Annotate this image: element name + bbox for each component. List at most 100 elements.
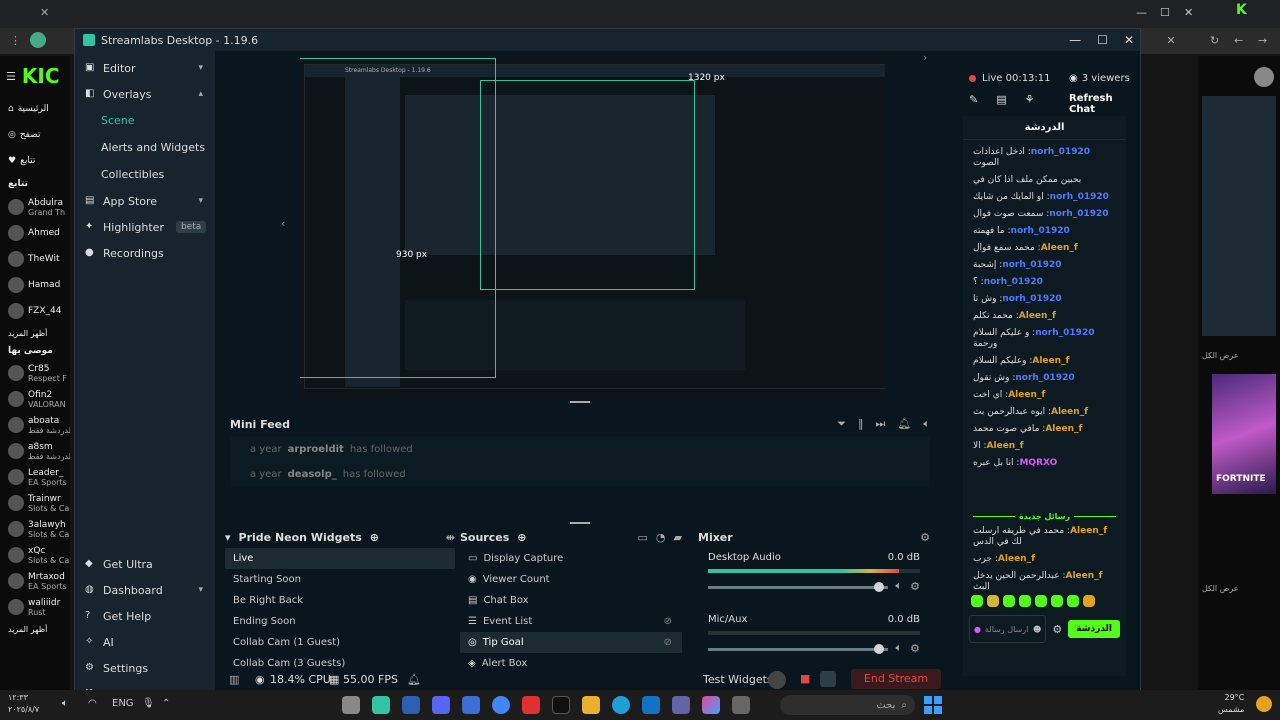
nav-get-ultra[interactable]: ◆ Get Ultra — [75, 551, 215, 577]
scene-item[interactable]: Ending Soon — [225, 611, 455, 632]
taskbar-search[interactable]: بحث ⌕ — [780, 695, 915, 715]
discord-app-icon[interactable] — [432, 696, 450, 714]
reload-icon[interactable]: ↻ — [1210, 34, 1219, 47]
chat-username[interactable]: norh_01920 — [1002, 260, 1061, 270]
gear-icon[interactable]: ⚙ — [910, 580, 920, 593]
volume-icon[interactable]: 🔈︎ — [923, 417, 930, 431]
resize-handle[interactable] — [570, 401, 590, 403]
resize-handle[interactable] — [570, 522, 590, 524]
chat-username[interactable]: norh_01920 — [1035, 328, 1094, 338]
channel-item[interactable]: FZX_44 — [0, 298, 70, 324]
language-indicator[interactable]: ENG — [112, 698, 134, 709]
chrome-icon[interactable] — [492, 696, 510, 714]
outlook-icon[interactable] — [642, 696, 660, 714]
channel-item[interactable]: TheWit — [0, 246, 70, 272]
minimize-icon[interactable]: — — [1136, 6, 1147, 19]
stream-thumbnail[interactable] — [1202, 96, 1276, 336]
gear-icon[interactable]: ⚙ — [920, 531, 930, 544]
clock[interactable]: ١٢:٣٣ ٢٠٢٥/٨/٧ — [8, 692, 39, 716]
bell-icon[interactable]: 🔔︎ — [897, 417, 911, 431]
chat-username[interactable]: norh_01920 — [1049, 209, 1108, 219]
chat-username[interactable]: Aleen_f — [1070, 526, 1107, 536]
channel-item[interactable]: waliiidr Rust — [0, 594, 70, 620]
edit-icon[interactable]: ✎ — [969, 93, 978, 106]
wifi-icon[interactable]: ◠ — [88, 698, 97, 709]
hamburger-icon[interactable]: ☰ — [6, 70, 16, 83]
nav-get-help[interactable]: ? Get Help — [75, 603, 215, 629]
chat-send-button[interactable]: الدردشة — [1068, 620, 1120, 638]
channel-item[interactable]: a8sm الدردشة فقط — [0, 438, 70, 464]
mute-icon[interactable]: 🔈︎ — [896, 641, 903, 655]
emote-icon[interactable] — [987, 595, 999, 607]
stats-icon[interactable]: ▥ — [229, 673, 239, 686]
kick-nav-browse[interactable]: ◎ تصفح — [0, 122, 70, 148]
scene-item[interactable]: Live — [225, 548, 455, 569]
source-item[interactable]: ◎ Tip Goal ⊘ — [460, 632, 682, 653]
gear-icon[interactable]: ⚙ — [910, 642, 920, 655]
emote-icon[interactable] — [1035, 595, 1047, 607]
close-icon[interactable]: ✕ — [1184, 6, 1193, 19]
teams-icon[interactable] — [672, 696, 690, 714]
task-view-icon[interactable] — [732, 696, 750, 714]
copilot-icon[interactable] — [702, 696, 720, 714]
chat-username[interactable]: norh_01920 — [984, 277, 1043, 287]
scene-transition-icon[interactable]: ⇹ — [446, 531, 455, 544]
nav-collectibles[interactable]: Collectibles — [75, 161, 215, 188]
share-icon[interactable]: ⚘ — [1025, 93, 1035, 106]
channel-item[interactable]: aboata الدردشة فقط — [0, 412, 70, 438]
chat-username[interactable]: Aleen_f — [1019, 311, 1056, 321]
channel-item[interactable]: Cr85 Respect F — [0, 360, 70, 386]
mic-icon[interactable]: 🎙︎ — [142, 698, 155, 709]
people-icon[interactable]: ▤ — [996, 93, 1006, 106]
test-widgets-button[interactable]: Test Widgets — [703, 673, 773, 686]
show-all-link[interactable]: عرض الكل — [1202, 584, 1239, 593]
chat-username[interactable]: Aleen_f — [1045, 424, 1082, 434]
start-button[interactable] — [924, 696, 942, 714]
kick-nav-home[interactable]: ⌂ الرئيسية — [0, 96, 70, 122]
channel-item[interactable]: xQc Slots & Ca — [0, 542, 70, 568]
minimize-icon[interactable]: — — [1069, 33, 1081, 47]
chat-input[interactable]: ● ارسال رسالة ☻ — [969, 615, 1047, 643]
scene-preview[interactable]: Streamlabs Desktop - 1.19.6 1320 px 930 … — [300, 56, 885, 400]
emote-icon[interactable] — [1019, 595, 1031, 607]
chat-username[interactable]: Aleen_f — [1051, 407, 1088, 417]
end-stream-button[interactable]: End Stream — [851, 669, 941, 689]
nav-dashboard[interactable]: ◍ Dashboard ▾ — [75, 577, 215, 603]
volume-slider[interactable] — [708, 581, 888, 592]
settings-app-icon[interactable] — [342, 696, 360, 714]
visibility-icon[interactable]: ⊘ — [664, 616, 672, 627]
refresh-chat-button[interactable]: Refresh Chat — [1069, 93, 1140, 115]
chat-username[interactable]: Aleen_f — [987, 441, 1024, 451]
add-source-icon[interactable]: ⊕ — [517, 531, 526, 544]
nav-scene[interactable]: Scene — [75, 107, 215, 134]
channel-item[interactable]: Hamad — [0, 272, 70, 298]
chat-username[interactable]: Aleen_f — [1008, 390, 1045, 400]
chat-username[interactable]: norh_01920 — [1050, 192, 1109, 202]
gear-icon[interactable]: ⚙ — [1052, 623, 1062, 636]
add-scene-icon[interactable]: ⊕ — [370, 531, 379, 544]
weather-widget[interactable]: 29°C مشمس — [1218, 692, 1244, 716]
show-all-link[interactable]: عرض الكل — [1202, 351, 1239, 360]
chevron-down-icon[interactable]: ▾ — [225, 531, 231, 544]
kick-logo[interactable]: KIC — [22, 64, 60, 88]
chat-username[interactable]: norh_01920 — [1011, 226, 1070, 236]
chat-username[interactable]: Aleen_f — [1066, 571, 1103, 581]
back-icon[interactable]: ← — [1234, 34, 1243, 47]
folder-icon[interactable]: ▰ — [674, 531, 682, 544]
collapse-right-icon[interactable]: › — [923, 51, 927, 64]
notification-icon[interactable]: 🔔︎ — [407, 673, 421, 686]
emote-icon[interactable] — [1051, 595, 1063, 607]
emoji-icon[interactable]: ☻ — [1033, 625, 1041, 634]
chat-username[interactable]: Aleen_f — [1032, 356, 1069, 366]
streamlabs-app-icon[interactable] — [372, 696, 390, 714]
show-more-link[interactable]: أظهر المزيد — [0, 324, 70, 342]
feed-user[interactable]: deasolp_ — [288, 469, 337, 480]
fortnite-thumbnail[interactable]: FORTNITE — [1212, 374, 1276, 494]
channel-item[interactable]: 3alawyh Slots & Ca — [0, 516, 70, 542]
maximize-icon[interactable]: ☐ — [1160, 6, 1170, 19]
app-icon[interactable] — [462, 696, 480, 714]
kick-nav-following[interactable]: ♥ تتابع — [0, 148, 70, 174]
channel-item[interactable]: Ofin2 VALORAN — [0, 386, 70, 412]
nav-ai[interactable]: ✧ AI — [75, 629, 215, 655]
scene-item[interactable]: Collab Cam (1 Guest) — [225, 632, 455, 653]
